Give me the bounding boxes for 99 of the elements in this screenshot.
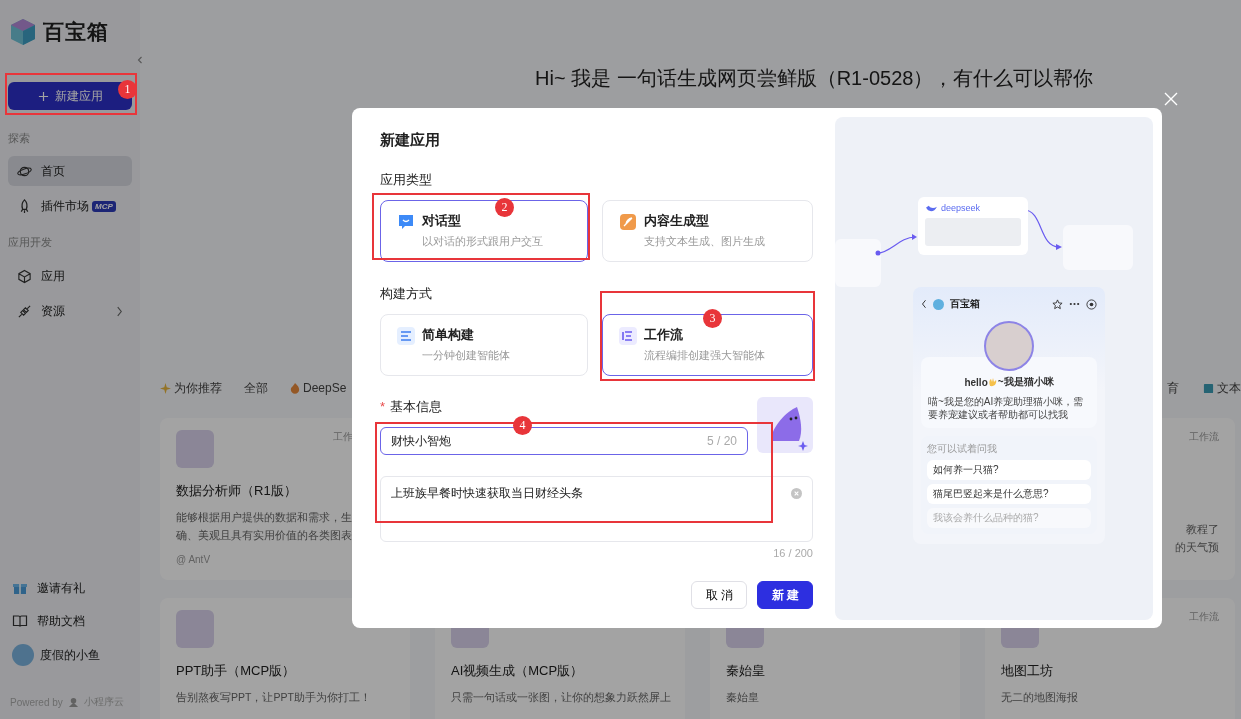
- card-description: 只需一句话或一张图，让你的想象力跃然屏上: [451, 690, 669, 705]
- card-description: 的天气预: [1175, 540, 1219, 555]
- cube-icon: [17, 268, 32, 284]
- section-label: 应用类型: [380, 171, 433, 189]
- card-title: 数据分析师（R1版）: [176, 482, 298, 500]
- whale-icon: [925, 203, 938, 213]
- filter-tab[interactable]: 全部: [244, 379, 268, 397]
- app-card[interactable]: PPT助手（MCP版） 告别熬夜写PPT，让PPT助手为你打工！: [160, 598, 410, 719]
- mascot-avatar-drawing[interactable]: [757, 397, 813, 453]
- nav-item[interactable]: 首页: [8, 156, 132, 186]
- hello-text: hello: [964, 376, 988, 388]
- option-description: 流程编排创建强大智能体: [644, 348, 765, 363]
- logo-text: 百宝箱: [43, 19, 109, 45]
- create-button[interactable]: 新建: [757, 581, 813, 609]
- feather-icon: [619, 213, 637, 231]
- app-type-option[interactable]: 内容生成型 支持文本生成、图片生成: [602, 200, 813, 262]
- logo-cube-icon: [8, 17, 38, 47]
- filter-tab[interactable]: 育: [1167, 379, 1179, 397]
- book-icon: [1203, 382, 1214, 394]
- char-counter: 16 / 200: [773, 546, 813, 561]
- hello-text: ~我是猫小咪: [997, 375, 1054, 389]
- app-logo-icon: [933, 298, 944, 310]
- app-icon-placeholder: [176, 430, 214, 468]
- card-title: 地图工坊: [1001, 662, 1054, 680]
- flame-icon: [290, 382, 300, 394]
- cancel-button[interactable]: 取消: [691, 581, 747, 609]
- workflow-icon: [619, 327, 637, 345]
- list-icon: [397, 327, 415, 345]
- nav-item[interactable]: 帮助文档: [8, 607, 132, 635]
- card-tag: 工作流: [1189, 430, 1219, 444]
- star-icon: [1052, 298, 1063, 310]
- filter-tab[interactable]: 为你推荐: [160, 379, 222, 397]
- mcp-badge: MCP: [92, 200, 116, 212]
- card-description: 教程了: [1186, 522, 1219, 537]
- flow-node: [1063, 225, 1133, 270]
- nav-item-label: 帮助文档: [37, 612, 85, 630]
- card-tag: 工作流: [1189, 610, 1219, 624]
- book-icon: [12, 613, 28, 629]
- nav-item-label: 邀请有礼: [37, 579, 85, 597]
- nav-item-label: 插件市场: [41, 197, 89, 215]
- card-author: @ AntV: [176, 554, 212, 565]
- char-counter: 5 / 20: [706, 434, 737, 448]
- required-mark: *: [380, 398, 386, 416]
- greeting-text: Hi~ 我是 一句话生成网页尝鲜版（R1-0528），有什么可以帮你: [535, 66, 1095, 91]
- suggestion-label: 您可以试着问我: [927, 442, 998, 456]
- nav-item[interactable]: 邀请有礼: [8, 574, 132, 602]
- connector-arrow: [875, 233, 919, 257]
- clear-icon[interactable]: [791, 488, 802, 499]
- section-label: 构建方式: [380, 285, 433, 303]
- nav-section-heading: 探索: [8, 131, 31, 146]
- filter-tab[interactable]: 文本: [1203, 379, 1241, 397]
- model-name: deepseek: [941, 203, 981, 213]
- sparkle-icon: [160, 382, 171, 394]
- app-icon-placeholder: [176, 610, 214, 648]
- nav-item[interactable]: 应用: [8, 261, 132, 291]
- nav-item[interactable]: 插件市场 MCP: [8, 191, 132, 221]
- intro-text: 喵~我是您的AI养宠助理猫小咪，需要养宠建议或者帮助都可以找我: [928, 395, 1085, 421]
- user-name: 度假的小鱼: [40, 646, 100, 664]
- card-title: PPT助手（MCP版）: [176, 662, 297, 680]
- link-icon: [17, 303, 32, 319]
- target-icon: [1086, 298, 1097, 310]
- filter-tab[interactable]: DeepSe: [290, 381, 347, 395]
- option-title: 内容生成型: [644, 213, 710, 229]
- nav-section-heading: 应用开发: [8, 235, 53, 250]
- card-description: 确、美观且具有实用价值的各类图表: [176, 528, 353, 543]
- nav-item-label: 应用: [41, 267, 65, 285]
- back-icon: [921, 299, 927, 309]
- option-title: 简单构建: [422, 327, 475, 343]
- more-icon: [1069, 302, 1080, 306]
- suggestion-item[interactable]: 如何养一只猫?: [927, 460, 1091, 480]
- hand-icon: [987, 377, 998, 387]
- close-icon[interactable]: [1163, 91, 1179, 107]
- section-label: 基本信息: [390, 398, 443, 416]
- chevron-left-icon[interactable]: [137, 56, 143, 64]
- card-tag: 工作: [333, 430, 353, 444]
- chat-icon: [397, 213, 415, 231]
- description-field[interactable]: 上班族早餐时快速获取当日财经头条: [380, 476, 813, 542]
- card-description: 无二的地图海报: [1001, 690, 1079, 705]
- dialog-title: 新建应用: [380, 130, 441, 150]
- nav-item[interactable]: 资源: [8, 296, 132, 326]
- user-avatar[interactable]: [12, 644, 34, 666]
- card-description: 告别熬夜写PPT，让PPT助手为你打工！: [176, 690, 372, 705]
- option-title: 工作流: [644, 327, 684, 343]
- option-title: 对话型: [422, 213, 462, 229]
- card-title: AI视频生成（MCP版）: [451, 662, 585, 680]
- card-description: 能够根据用户提供的数据和需求，生: [176, 510, 353, 525]
- option-description: 以对话的形式跟用户交互: [422, 234, 543, 249]
- avatar-placeholder: [984, 321, 1034, 371]
- suggestion-item[interactable]: 猫尾巴竖起来是什么意思?: [927, 484, 1091, 504]
- card-description: 秦始皇: [726, 690, 760, 705]
- option-description: 一分钟创建智能体: [422, 348, 510, 363]
- nav-item-label: 资源: [41, 302, 65, 320]
- option-description: 支持文本生成、图片生成: [644, 234, 765, 249]
- card-title: 秦始皇: [726, 662, 766, 680]
- build-mode-option[interactable]: 简单构建 一分钟创建智能体: [380, 314, 588, 376]
- brand-logo-icon: [67, 696, 79, 708]
- app-name: 百宝箱: [950, 297, 980, 311]
- plus-icon: [37, 90, 49, 102]
- nav-item-label: 首页: [41, 162, 65, 180]
